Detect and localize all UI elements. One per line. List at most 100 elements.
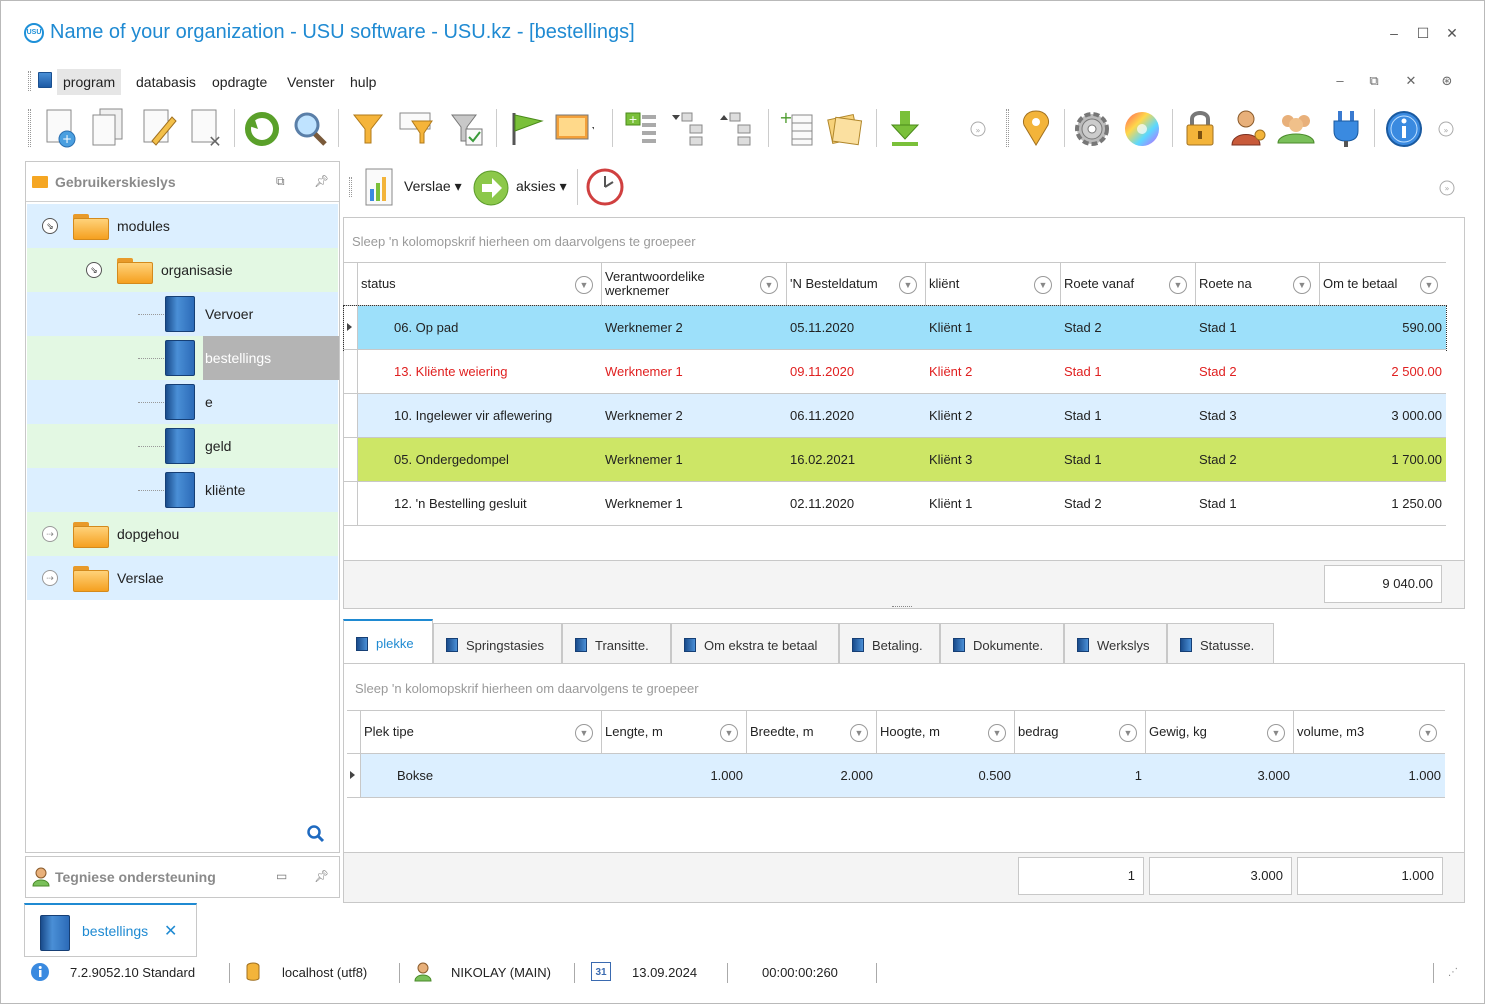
column-filter-icon[interactable]: ▼ (720, 724, 738, 742)
panel-float-icon[interactable]: ⧉ (276, 174, 285, 189)
reports-dropdown[interactable]: Verslae ▾ (404, 178, 462, 195)
column-header-client[interactable]: kliënt ▼ (926, 263, 1061, 305)
cell-length[interactable]: 1.000 (602, 754, 745, 797)
menu-overflow-icon[interactable]: ⊛ (1438, 73, 1456, 89)
table-row[interactable]: 05. Ondergedompel Werknemer 1 16.02.2021 Kl… (344, 438, 1446, 482)
cell-amount-due[interactable]: 1 250.00 (1320, 482, 1444, 525)
cell-route-from[interactable]: Stad 2 (1064, 306, 1192, 349)
column-header-quantity[interactable]: bedrag ▼ (1015, 711, 1146, 753)
tab-statusse[interactable]: Statusse. (1167, 623, 1274, 663)
cell-client[interactable]: Kliënt 2 (929, 394, 1057, 437)
menu-venster[interactable]: Venster (281, 69, 340, 95)
group-panel-hint[interactable]: Sleep 'n kolomopskrif hierheen om daarvo… (355, 681, 699, 696)
cell-employee[interactable]: Werknemer 2 (605, 306, 783, 349)
table-row[interactable]: 10. Ingelewer vir aflewering Werknemer 20… (344, 394, 1446, 438)
cell-status[interactable]: 10. Ingelewer vir aflewering (394, 394, 598, 437)
menu-hulp[interactable]: hulp (344, 69, 382, 95)
column-filter-icon[interactable]: ▼ (1169, 276, 1187, 294)
map-pin-icon[interactable] (1016, 107, 1056, 149)
toolbar-overflow-icon[interactable]: » (1436, 107, 1456, 149)
column-header-place-type[interactable]: Plek tipe ▼ (361, 711, 602, 753)
column-header-status[interactable]: status ▼ (358, 263, 602, 305)
cell-order-date[interactable]: 05.11.2020 (790, 306, 922, 349)
reports-icon[interactable] (364, 167, 394, 210)
tree-item-e[interactable]: e (27, 380, 338, 424)
menu-program[interactable]: program (57, 69, 122, 95)
cell-client[interactable]: Kliënt 3 (929, 438, 1057, 481)
tab-betaling[interactable]: Betaling. (839, 623, 940, 663)
notes-icon[interactable] (826, 107, 866, 149)
cell-client[interactable]: Kliënt 1 (929, 306, 1057, 349)
cell-weight[interactable]: 3.000 (1146, 754, 1292, 797)
column-filter-icon[interactable]: ▼ (850, 724, 868, 742)
resize-grip-icon[interactable]: ⋰ (1448, 967, 1458, 978)
filter-apply-icon[interactable] (446, 107, 486, 149)
table-row[interactable]: 12. 'n Bestelling gesluit Werknemer 1 02.1… (344, 482, 1446, 526)
menu-grip-icon[interactable] (28, 71, 31, 91)
delete-record-icon[interactable]: ✕ (186, 107, 226, 151)
cell-employee[interactable]: Werknemer 1 (605, 438, 783, 481)
add-record-icon[interactable]: + (40, 107, 80, 149)
tab-dokumente[interactable]: Dokumente. (940, 623, 1064, 663)
cell-amount-due[interactable]: 590.00 (1320, 306, 1444, 349)
actions-dropdown[interactable]: aksies ▾ (516, 178, 567, 195)
expand-all-icon[interactable]: + (622, 107, 662, 149)
refresh-icon[interactable] (242, 107, 282, 149)
download-icon[interactable] (886, 107, 926, 149)
column-header-route-from[interactable]: Roete vanaf ▼ (1061, 263, 1196, 305)
cell-employee[interactable]: Werknemer 1 (605, 482, 783, 525)
clock-icon[interactable] (585, 167, 625, 210)
cell-route-from[interactable]: Stad 1 (1064, 394, 1192, 437)
tab-springstasies[interactable]: Springstasies (433, 623, 562, 663)
splitter-grip[interactable] (892, 606, 912, 610)
tree-item-geld[interactable]: geld (27, 424, 338, 468)
column-header-volume[interactable]: volume, m3 ▼ (1294, 711, 1445, 753)
cell-client[interactable]: Kliënt 1 (929, 482, 1057, 525)
cell-route-to[interactable]: Stad 3 (1199, 394, 1316, 437)
cell-order-date[interactable]: 02.11.2020 (790, 482, 922, 525)
cell-order-date[interactable]: 06.11.2020 (790, 394, 922, 437)
column-filter-icon[interactable]: ▼ (1419, 724, 1437, 742)
mdi-restore-icon[interactable]: ⧉ (1365, 73, 1383, 89)
column-header-weight[interactable]: Gewig, kg ▼ (1146, 711, 1294, 753)
search-icon[interactable] (290, 107, 330, 149)
edit-record-icon[interactable] (138, 107, 178, 149)
toolbar-grip[interactable] (1006, 109, 1009, 147)
lock-icon[interactable] (1180, 107, 1220, 149)
flag-icon[interactable] (506, 107, 546, 149)
menu-opdragte[interactable]: opdragte (206, 69, 273, 95)
expand-toggle-icon[interactable]: ⇢ (42, 570, 58, 586)
cell-status[interactable]: 06. Op pad (394, 306, 598, 349)
cell-amount-due[interactable]: 3 000.00 (1320, 394, 1444, 437)
cell-route-to[interactable]: Stad 2 (1199, 350, 1316, 393)
tree-item-organisasie[interactable]: ⇘ organisasie (27, 248, 338, 292)
column-filter-icon[interactable]: ▼ (1293, 276, 1311, 294)
cell-client[interactable]: Kliënt 2 (929, 350, 1057, 393)
cell-quantity[interactable]: 1 (1015, 754, 1144, 797)
cell-employee[interactable]: Werknemer 1 (605, 350, 783, 393)
filter-icon[interactable] (348, 107, 388, 149)
menu-databasis[interactable]: databasis (130, 69, 202, 95)
toolbar-overflow-icon[interactable]: » (1438, 179, 1456, 200)
column-filter-icon[interactable]: ▼ (1267, 724, 1285, 742)
image-icon[interactable] (554, 107, 598, 149)
close-tab-icon[interactable]: ✕ (164, 921, 177, 941)
panel-restore-icon[interactable]: ▭ (276, 869, 287, 883)
tab-plekke[interactable]: plekke (343, 619, 433, 663)
cell-order-date[interactable]: 09.11.2020 (790, 350, 922, 393)
collapse-tree-icon[interactable] (670, 107, 710, 149)
tree-item-bestellings[interactable]: bestellings (27, 336, 339, 380)
settings-gear-icon[interactable] (1072, 107, 1112, 149)
table-row[interactable]: Bokse 1.000 2.000 0.500 1 3.000 1.000 (347, 754, 1445, 798)
column-filter-icon[interactable]: ▼ (760, 276, 778, 294)
mdi-minimize-icon[interactable]: – (1331, 73, 1349, 88)
cell-status[interactable]: 13. Kliënte weiering (394, 350, 598, 393)
column-header-route-to[interactable]: Roete na ▼ (1196, 263, 1320, 305)
maximize-button[interactable]: ☐ (1413, 23, 1433, 43)
plugin-icon[interactable] (1326, 107, 1366, 149)
toolbar-overflow-icon[interactable]: » (968, 107, 988, 149)
column-filter-icon[interactable]: ▼ (1119, 724, 1137, 742)
cell-route-from[interactable]: Stad 2 (1064, 482, 1192, 525)
column-filter-icon[interactable]: ▼ (1420, 276, 1438, 294)
cell-width[interactable]: 2.000 (747, 754, 875, 797)
